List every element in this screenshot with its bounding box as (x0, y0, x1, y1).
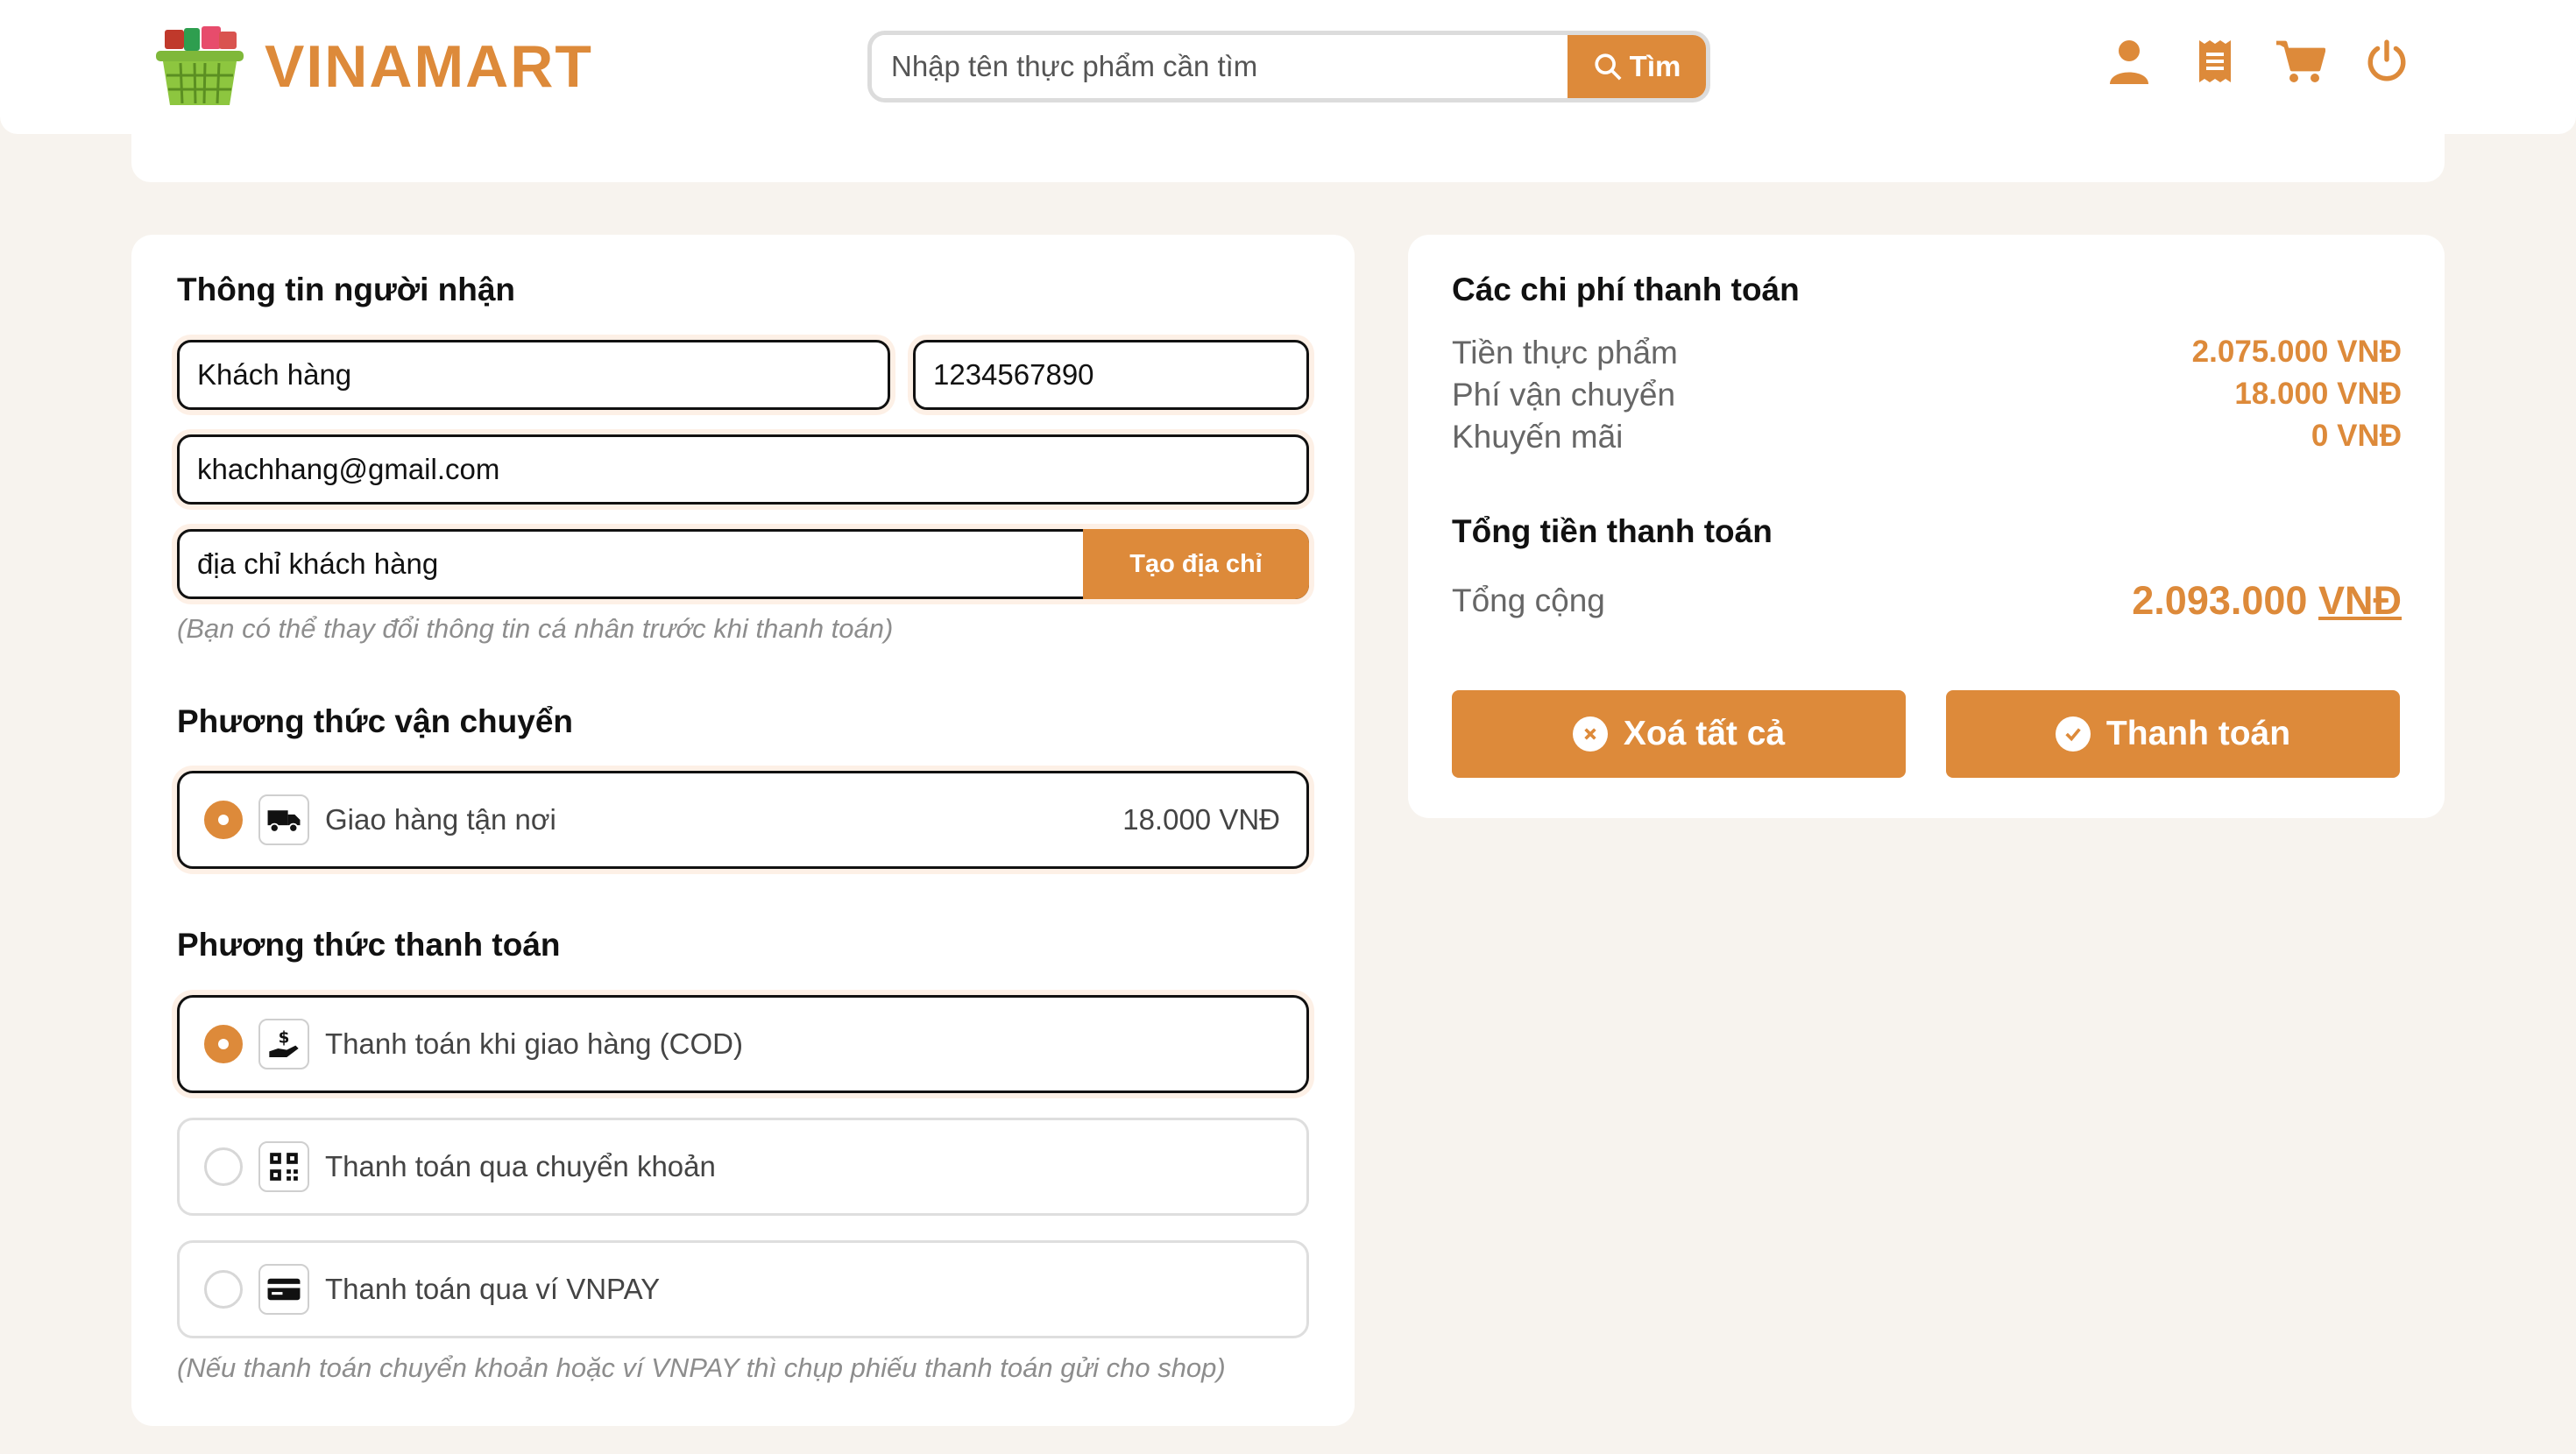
shipping-title: Phương thức vận chuyển (177, 703, 574, 739)
recipient-title: Thông tin người nhận (177, 272, 516, 307)
payment-option-vnpay[interactable]: Thanh toán qua ví VNPAY (177, 1240, 1309, 1338)
address-field[interactable]: địa chỉ khách hàng Tạo địa chỉ (177, 529, 1309, 599)
phone-field[interactable]: 1234567890 (913, 340, 1309, 410)
radio-button[interactable] (204, 1270, 243, 1309)
total-row: Tổng cộng 2.093.000 VNĐ (1452, 578, 2402, 624)
costs-title: Các chi phí thanh toán (1452, 272, 1800, 307)
cost-row-promotion: Khuyến mãi 0 VNĐ (1452, 419, 2402, 455)
payment-option-label: Thanh toán khi giao hàng (COD) (325, 1027, 743, 1060)
svg-text:$: $ (279, 1028, 290, 1047)
shipping-option-price: 18.000 VNĐ (1122, 803, 1280, 836)
receipt-icon[interactable] (2190, 37, 2240, 86)
basket-logo-icon (156, 26, 244, 105)
close-circle-icon (1572, 716, 1608, 752)
search-button[interactable]: Tìm (1568, 35, 1706, 98)
shipping-option-home-delivery[interactable]: Giao hàng tận nơi 18.000 VNĐ (177, 771, 1309, 869)
search-button-label: Tìm (1629, 50, 1681, 82)
cash-hand-icon: $ (258, 1019, 309, 1069)
cost-value: 0 VNĐ (2311, 419, 2402, 453)
create-address-button[interactable]: Tạo địa chỉ (1083, 529, 1309, 599)
cost-row-food: Tiền thực phẩm 2.075.000 VNĐ (1452, 335, 2402, 371)
email-field[interactable]: khachhang@gmail.com (177, 434, 1309, 505)
search-bar: Tìm (867, 31, 1710, 102)
radio-button[interactable] (204, 801, 243, 839)
email-value: khachhang@gmail.com (197, 453, 500, 485)
payment-title: Phương thức thanh toán (177, 927, 561, 963)
checkout-label: Thanh toán (2105, 715, 2291, 752)
radio-button[interactable] (204, 1025, 243, 1063)
total-amount-number: 2.093.000 (2132, 578, 2308, 623)
name-field[interactable]: Khách hàng (177, 340, 890, 410)
radio-button[interactable] (204, 1147, 243, 1186)
name-value: Khách hàng (197, 358, 352, 391)
phone-value: 1234567890 (933, 358, 1094, 391)
shipping-option-label: Giao hàng tận nơi (325, 803, 556, 836)
address-value: địa chỉ khách hàng (197, 547, 439, 580)
search-input[interactable] (872, 35, 1568, 98)
user-icon[interactable] (2105, 37, 2154, 86)
header-icons (2105, 37, 2411, 86)
clear-all-button[interactable]: Xoá tất cả (1452, 690, 1906, 778)
cost-value: 2.075.000 VNĐ (2191, 335, 2402, 369)
payment-option-bank-transfer[interactable]: Thanh toán qua chuyển khoản (177, 1118, 1309, 1216)
clear-all-label: Xoá tất cả (1623, 715, 1786, 752)
cost-label: Phí vận chuyển (1452, 377, 1676, 413)
brand-logo[interactable]: VINAMART (154, 25, 593, 109)
card-icon (258, 1264, 309, 1315)
checkout-form-card: Thông tin người nhận Khách hàng 12345678… (131, 235, 1355, 1426)
cost-label: Tiền thực phẩm (1452, 335, 1678, 371)
total-label: Tổng cộng (1452, 582, 1605, 618)
payment-option-cod[interactable]: $ Thanh toán khi giao hàng (COD) (177, 995, 1309, 1093)
total-amount-currency: VNĐ (2318, 578, 2402, 623)
payment-note: (Nếu thanh toán chuyển khoản hoặc ví VNP… (177, 1352, 1226, 1383)
qr-code-icon (258, 1141, 309, 1192)
brand-name: VINAMART (265, 33, 593, 100)
cost-row-shipping: Phí vận chuyển 18.000 VNĐ (1452, 377, 2402, 413)
payment-summary-card: Các chi phí thanh toán Tiền thực phẩm 2.… (1408, 235, 2445, 818)
total-amount: 2.093.000 VNĐ (2132, 578, 2402, 624)
search-icon (1595, 53, 1622, 81)
payment-option-label: Thanh toán qua chuyển khoản (325, 1150, 716, 1182)
truck-icon (258, 794, 309, 845)
payment-option-label: Thanh toán qua ví VNPAY (325, 1273, 661, 1305)
top-header: VINAMART Tìm (0, 0, 2576, 134)
cost-value: 18.000 VNĐ (2234, 377, 2402, 411)
cost-label: Khuyến mãi (1452, 419, 1624, 455)
checkout-button[interactable]: Thanh toán (1946, 690, 2400, 778)
cart-icon[interactable] (2276, 37, 2325, 86)
power-icon[interactable] (2362, 37, 2411, 86)
recipient-note: (Bạn có thể thay đổi thông tin cá nhân t… (177, 613, 894, 644)
total-title: Tổng tiền thanh toán (1452, 513, 1773, 549)
check-circle-icon (2055, 716, 2091, 752)
